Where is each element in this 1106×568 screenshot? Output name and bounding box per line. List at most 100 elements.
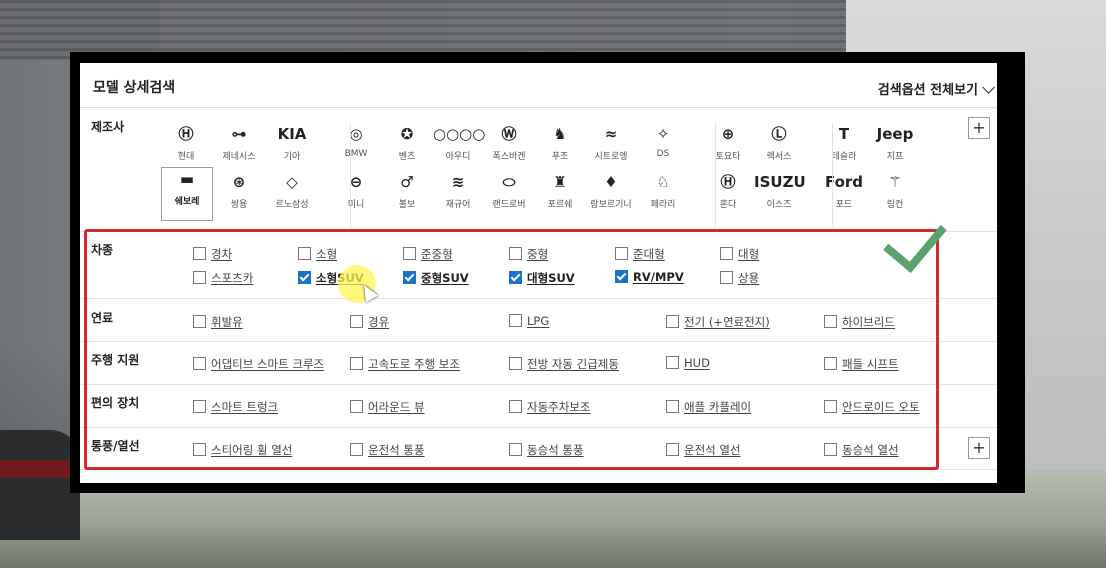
ventilation-expand-button[interactable]: + [968, 437, 990, 459]
model-detail-search-panel: 모델 상세검색 검색옵션 전체보기 제조사 + Ⓗ 현대 ⊶ 제네시스 KIA 기아 ◎ BM… [80, 63, 997, 483]
brand-item[interactable]: ISUZU 이스즈 [754, 171, 806, 210]
option-label: 상용 [738, 271, 760, 285]
option-checkbox[interactable]: 준중형 [403, 246, 453, 262]
option-checkbox[interactable]: 전방 자동 긴급제동 [509, 356, 619, 372]
brand-item[interactable]: ⚚ 링컨 [870, 171, 920, 210]
brand-item[interactable]: ♂ 볼보 [382, 171, 432, 210]
checkbox-icon [666, 400, 679, 413]
option-checkbox[interactable]: 동승석 열선 [824, 442, 899, 458]
checkbox-icon [509, 400, 522, 413]
brand-name: 테슬라 [831, 152, 857, 162]
brand-name: 폭스바겐 [492, 152, 526, 162]
option-label: 소형 [316, 247, 338, 261]
brand-item[interactable]: ≈ 시트로엥 [586, 123, 636, 162]
brand-name: 시트로엥 [594, 152, 628, 162]
brand-item[interactable]: ⊛ 쌍용 [214, 171, 264, 210]
brand-item[interactable]: Ⓛ 렉서스 [754, 123, 804, 162]
option-label: 스티어링 휠 열선 [211, 443, 293, 457]
brand-name: 기아 [283, 152, 301, 162]
option-checkbox[interactable]: 상용 [720, 270, 759, 286]
brand-name: 푸조 [551, 152, 569, 162]
brand-item[interactable]: ✧ DS [638, 123, 688, 159]
option-checkbox[interactable]: 운전석 열선 [666, 442, 741, 458]
option-label: 어댑티브 스마트 크루즈 [211, 357, 325, 371]
brand-item[interactable]: ○○○○ 아우디 [433, 123, 486, 162]
option-checkbox[interactable]: 전기 (+연료전지) [666, 314, 770, 330]
brand-item[interactable]: Ⓗ 현대 [161, 123, 211, 162]
option-checkbox[interactable]: 안드로이드 오토 [824, 399, 920, 415]
option-label: HUD [684, 356, 710, 370]
brand-item[interactable]: ♞ 푸조 [535, 123, 585, 162]
option-checkbox[interactable]: 어댑티브 스마트 크루즈 [193, 356, 324, 372]
option-checkbox[interactable]: 스마트 트렁크 [193, 399, 278, 415]
brand-name: 제네시스 [222, 152, 256, 162]
brand-item[interactable]: ♘ 페라리 [638, 171, 688, 210]
brand-item[interactable]: ♦ 람보르기니 [586, 171, 636, 210]
brand-item[interactable]: ⊖ 미니 [331, 171, 381, 210]
option-checkbox[interactable]: 어라운드 뷰 [350, 399, 425, 415]
option-checkbox[interactable]: 운전석 통풍 [350, 442, 425, 458]
option-checkbox[interactable]: 중형 [509, 246, 548, 262]
option-label: 자동주차보조 [527, 400, 591, 414]
brand-item[interactable]: T 테슬라 [819, 123, 869, 162]
brand-name: 지프 [886, 152, 904, 162]
brand-item[interactable]: Ford 포드 [819, 171, 869, 210]
option-checkbox[interactable]: RV/MPV [615, 270, 684, 284]
option-checkbox[interactable]: 휘발유 [193, 314, 243, 330]
option-label: 중형 [527, 247, 549, 261]
option-label: 스마트 트렁크 [211, 400, 279, 414]
option-checkbox[interactable]: 경차 [193, 246, 232, 262]
brand-name: 토요타 [715, 152, 741, 162]
option-label: RV/MPV [633, 270, 684, 284]
brand-item[interactable]: ⬭ 랜드로버 [484, 171, 534, 210]
checkbox-icon [193, 400, 206, 413]
checkbox-icon [824, 400, 837, 413]
brand-item[interactable]: ♜ 포르쉐 [535, 171, 585, 210]
option-checkbox[interactable]: 동승석 통풍 [509, 442, 584, 458]
brand-item[interactable]: ✪ 벤츠 [382, 123, 432, 162]
option-checkbox[interactable]: 대형SUV [509, 270, 575, 286]
option-checkbox[interactable]: 애플 카플레이 [666, 399, 751, 415]
checkbox-icon [193, 315, 206, 328]
brand-item[interactable]: Jeep 지프 [870, 123, 920, 162]
brand-logo-icon: ♞ [553, 125, 567, 143]
manufacturer-expand-button[interactable]: + [968, 117, 990, 139]
brand-item[interactable]: ≋ 재규어 [433, 171, 483, 210]
option-checkbox[interactable]: 경유 [350, 314, 389, 330]
brand-item[interactable]: ⊕ 토요타 [703, 123, 753, 162]
option-checkbox[interactable]: 하이브리드 [824, 314, 895, 330]
option-checkbox[interactable]: 대형 [720, 246, 759, 262]
brand-logo-icon: ISUZU [754, 173, 806, 191]
option-checkbox[interactable]: 고속도로 주행 보조 [350, 356, 460, 372]
divider [832, 123, 833, 228]
option-checkbox[interactable]: HUD [666, 356, 710, 370]
option-checkbox[interactable]: 중형SUV [403, 270, 469, 286]
brand-item[interactable]: ◇ 르노삼성 [267, 171, 317, 210]
panel-header: 모델 상세검색 검색옵션 전체보기 [80, 63, 997, 108]
option-checkbox[interactable]: LPG [509, 314, 549, 328]
brand-logo-icon: ▬ [179, 170, 195, 188]
brand-logo-icon: ⚚ [888, 173, 902, 191]
checkbox-icon [298, 271, 311, 284]
checkbox-icon [350, 443, 363, 456]
option-checkbox[interactable]: 패들 시프트 [824, 356, 899, 372]
brand-item[interactable]: ▬ 쉐보레 [161, 167, 213, 221]
brand-item[interactable]: ⊶ 제네시스 [214, 123, 264, 162]
brand-item[interactable]: ◎ BMW [331, 123, 381, 159]
brand-item[interactable]: Ⓗ 혼다 [703, 171, 753, 210]
option-checkbox[interactable]: 준대형 [615, 246, 665, 262]
option-checkbox[interactable]: 스티어링 휠 열선 [193, 442, 292, 458]
brand-name: 벤츠 [398, 152, 416, 162]
brand-logo-icon: Jeep [876, 125, 914, 143]
view-all-options-button[interactable]: 검색옵션 전체보기 [878, 79, 995, 98]
brand-item[interactable]: KIA 기아 [267, 123, 317, 162]
option-checkbox[interactable]: 소형 [298, 246, 337, 262]
brand-logo-icon: Ⓗ [178, 125, 194, 143]
checkbox-icon [509, 247, 522, 260]
option-checkbox[interactable]: 자동주차보조 [509, 399, 590, 415]
brand-item[interactable]: Ⓦ 폭스바겐 [484, 123, 534, 162]
option-checkbox[interactable]: 스포츠카 [193, 270, 253, 286]
brand-logo-icon: ○○○○ [433, 125, 486, 143]
option-label: 스포츠카 [211, 271, 254, 285]
checkbox-icon [298, 247, 311, 260]
